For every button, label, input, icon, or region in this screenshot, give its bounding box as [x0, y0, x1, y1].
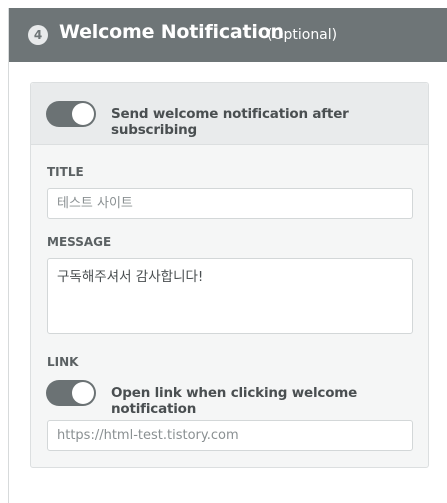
link-field-label: LINK [47, 355, 79, 369]
open-link-label: Open link when clicking welcome notifica… [111, 385, 358, 417]
send-welcome-label: Send welcome notification after subscrib… [111, 106, 349, 138]
message-field-label: MESSAGE [47, 235, 112, 249]
step-number-badge: 4 [28, 25, 48, 45]
send-welcome-row: Send welcome notification after subscrib… [31, 83, 428, 145]
settings-card: Send welcome notification after subscrib… [30, 82, 429, 468]
title-input[interactable] [47, 188, 413, 219]
welcome-notification-panel: 4 Welcome Notification (Optional) Send w… [8, 8, 447, 503]
link-url-input[interactable] [47, 420, 413, 451]
message-textarea[interactable]: 구독해주셔서 감사합니다! [47, 258, 413, 334]
optional-label: (Optional) [267, 27, 338, 43]
open-link-toggle[interactable] [46, 380, 96, 406]
section-header: 4 Welcome Notification (Optional) [9, 8, 447, 62]
toggle-knob [72, 103, 94, 125]
title-field-label: TITLE [47, 165, 84, 179]
send-welcome-toggle[interactable] [46, 101, 96, 127]
toggle-knob [72, 382, 94, 404]
section-title: Welcome Notification [59, 21, 284, 43]
